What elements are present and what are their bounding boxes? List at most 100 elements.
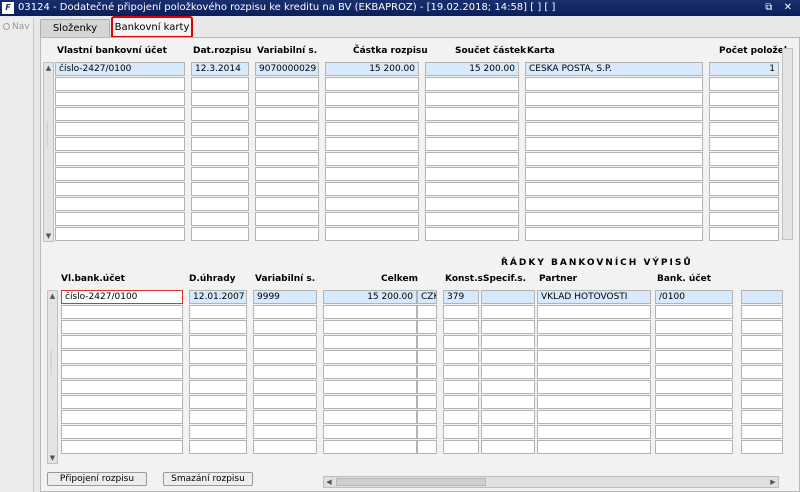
cell-bot-c3-empty[interactable] <box>253 440 317 454</box>
cell-top-c6-empty[interactable] <box>525 77 703 91</box>
cell-bot-c1-empty[interactable] <box>61 305 183 319</box>
cell-top-c6-active[interactable]: CESKA POSTA, S.P. <box>525 62 703 76</box>
cell-top-c4-empty[interactable] <box>325 77 419 91</box>
cell-bot-c2-empty[interactable] <box>189 335 247 349</box>
cell-bot-c5-active[interactable]: CZK <box>417 290 437 304</box>
cell-bot-c7-empty[interactable] <box>481 410 535 424</box>
cell-top-c5-empty[interactable] <box>425 197 519 211</box>
cell-bot-c6-empty[interactable] <box>443 380 479 394</box>
cell-bot-c5-empty[interactable] <box>417 350 437 364</box>
cell-top-c1-empty[interactable] <box>55 92 185 106</box>
scroll-up-icon[interactable]: ▲ <box>48 291 57 301</box>
cell-bot-c6-empty[interactable] <box>443 365 479 379</box>
cell-top-c1-empty[interactable] <box>55 152 185 166</box>
cell-top-c7-empty[interactable] <box>709 137 779 151</box>
cell-bot-c7-empty[interactable] <box>481 440 535 454</box>
cell-bot-c2-empty[interactable] <box>189 305 247 319</box>
cell-bot-c6-empty[interactable] <box>443 410 479 424</box>
cell-top-c6-empty[interactable] <box>525 122 703 136</box>
cell-top-c4-empty[interactable] <box>325 122 419 136</box>
cell-top-c6-empty[interactable] <box>525 152 703 166</box>
cell-top-c3-empty[interactable] <box>255 227 319 241</box>
cell-top-c1-empty[interactable] <box>55 107 185 121</box>
cell-bot-c5-empty[interactable] <box>417 440 437 454</box>
cell-top-c5-empty[interactable] <box>425 77 519 91</box>
cell-bot-c3-empty[interactable] <box>253 320 317 334</box>
cell-bot-c7-empty[interactable] <box>481 320 535 334</box>
cell-bot-c7-empty[interactable] <box>481 335 535 349</box>
cell-bot-c9-empty[interactable] <box>655 425 733 439</box>
cell-bot-c3-empty[interactable] <box>253 380 317 394</box>
cell-top-c5-empty[interactable] <box>425 137 519 151</box>
cell-bot-c1-empty[interactable] <box>61 395 183 409</box>
cell-bot-c7-empty[interactable] <box>481 305 535 319</box>
cell-bot-c8-empty[interactable] <box>537 425 651 439</box>
cell-bot-c6-empty[interactable] <box>443 395 479 409</box>
cell-bot-c3-empty[interactable] <box>253 350 317 364</box>
cell-top-c2-empty[interactable] <box>191 92 249 106</box>
cell-bot-c2-empty[interactable] <box>189 380 247 394</box>
cell-top-c3-empty[interactable] <box>255 212 319 226</box>
cell-bot-c4-empty[interactable] <box>323 425 417 439</box>
cell-bot-c4-empty[interactable] <box>323 320 417 334</box>
cell-bot-c6-active[interactable]: 379 <box>443 290 479 304</box>
cell-bot-c10-empty[interactable] <box>741 440 783 454</box>
cell-bot-c2-active[interactable]: 12.01.2007 <box>189 290 247 304</box>
cell-bot-c6-empty[interactable] <box>443 440 479 454</box>
cell-bot-c10-empty[interactable] <box>741 350 783 364</box>
cell-bot-c3-empty[interactable] <box>253 425 317 439</box>
cell-top-c2-empty[interactable] <box>191 122 249 136</box>
cell-top-c1-empty[interactable] <box>55 167 185 181</box>
cell-top-c2-empty[interactable] <box>191 107 249 121</box>
cell-bot-c9-empty[interactable] <box>655 320 733 334</box>
cell-bot-c7-empty[interactable] <box>481 380 535 394</box>
cell-top-c2-empty[interactable] <box>191 167 249 181</box>
cell-top-c6-empty[interactable] <box>525 137 703 151</box>
cell-top-c4-empty[interactable] <box>325 107 419 121</box>
cell-top-c5-empty[interactable] <box>425 92 519 106</box>
cell-top-c4-empty[interactable] <box>325 167 419 181</box>
cell-top-c1-empty[interactable] <box>55 182 185 196</box>
cell-top-c2-empty[interactable] <box>191 182 249 196</box>
cell-bot-c8-empty[interactable] <box>537 335 651 349</box>
cell-bot-c6-empty[interactable] <box>443 320 479 334</box>
cell-top-c3-empty[interactable] <box>255 107 319 121</box>
cell-top-c5-empty[interactable] <box>425 182 519 196</box>
cell-bot-c4-empty[interactable] <box>323 380 417 394</box>
cell-top-c6-empty[interactable] <box>525 182 703 196</box>
cell-bot-c5-empty[interactable] <box>417 380 437 394</box>
cell-bot-c10-empty[interactable] <box>741 335 783 349</box>
cell-bot-c5-empty[interactable] <box>417 305 437 319</box>
cell-bot-c3-empty[interactable] <box>253 365 317 379</box>
cell-top-c1-empty[interactable] <box>55 197 185 211</box>
cell-top-c2-empty[interactable] <box>191 227 249 241</box>
cell-bot-c1-empty[interactable] <box>61 440 183 454</box>
scroll-up-icon[interactable]: ▲ <box>44 63 53 73</box>
cell-top-c4-empty[interactable] <box>325 227 419 241</box>
cell-top-c3-empty[interactable] <box>255 197 319 211</box>
cell-top-c1-empty[interactable] <box>55 212 185 226</box>
cell-bot-c5-empty[interactable] <box>417 365 437 379</box>
cell-top-c7-empty[interactable] <box>709 122 779 136</box>
bottom-table-scrollbar[interactable]: ▲ ⁞ ⁞ ⁞ ⁞ ⁞ ▼ <box>47 290 58 464</box>
cell-top-c3-empty[interactable] <box>255 167 319 181</box>
cell-top-c4-empty[interactable] <box>325 92 419 106</box>
delete-breakdown-button[interactable]: Smazání rozpisu <box>163 472 253 486</box>
scroll-right-icon[interactable]: ▶ <box>768 477 778 487</box>
cell-bot-c3-empty[interactable] <box>253 305 317 319</box>
cell-bot-c9-empty[interactable] <box>655 335 733 349</box>
cell-bot-c9-empty[interactable] <box>655 350 733 364</box>
cell-top-c4-empty[interactable] <box>325 197 419 211</box>
cell-top-c3-empty[interactable] <box>255 92 319 106</box>
cell-bot-c10-active[interactable] <box>741 290 783 304</box>
cell-bot-c1-empty[interactable] <box>61 335 183 349</box>
cell-bot-c9-empty[interactable] <box>655 440 733 454</box>
cell-bot-c10-empty[interactable] <box>741 395 783 409</box>
cell-top-c7-empty[interactable] <box>709 92 779 106</box>
horizontal-scrollbar[interactable]: ◀ ▶ <box>323 476 779 488</box>
cell-bot-c4-empty[interactable] <box>323 410 417 424</box>
tab-bankovni-karty[interactable]: Bankovní karty <box>111 16 193 38</box>
cell-top-c7-empty[interactable] <box>709 77 779 91</box>
cell-bot-c5-empty[interactable] <box>417 410 437 424</box>
cell-bot-c6-empty[interactable] <box>443 305 479 319</box>
